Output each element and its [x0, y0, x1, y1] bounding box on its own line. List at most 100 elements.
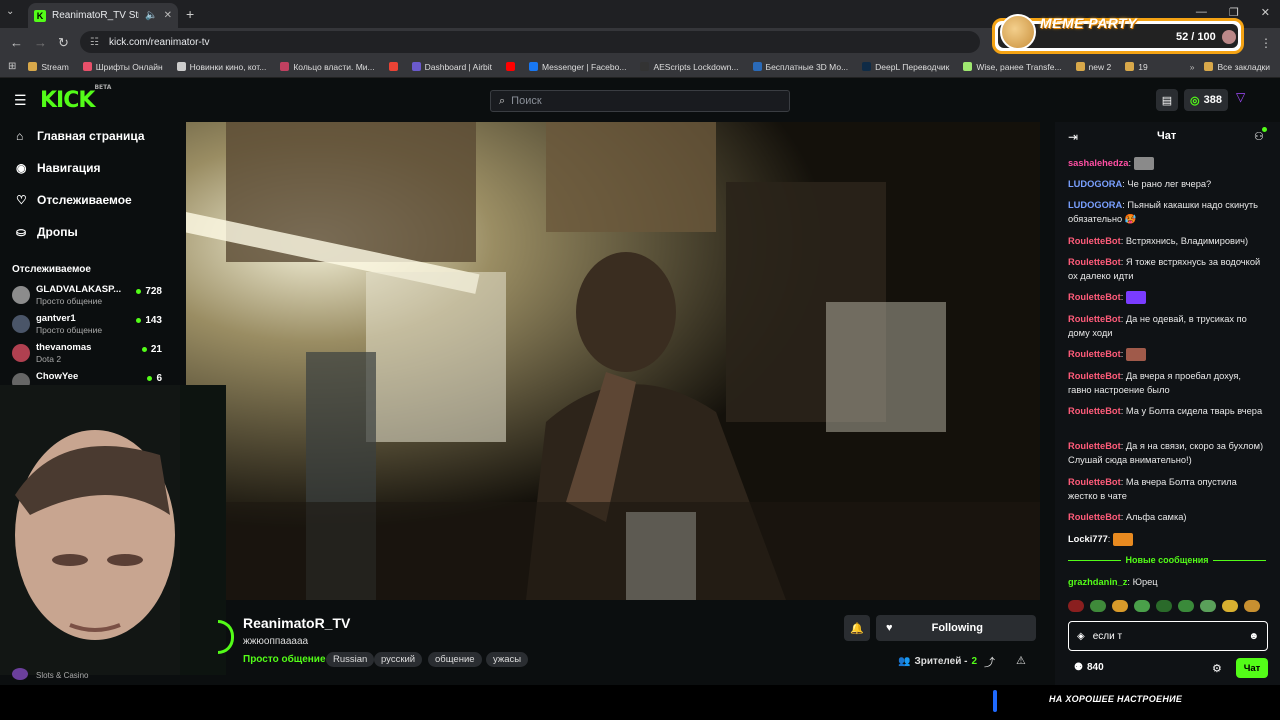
chat-username[interactable]: RouletteBot: [1068, 406, 1121, 416]
bookmark-item[interactable]: Stream: [28, 62, 69, 72]
back-icon[interactable]: ←: [10, 35, 23, 50]
bookmark-item[interactable]: Шрифты Онлайн: [82, 62, 163, 72]
new-tab-icon[interactable]: +: [186, 6, 194, 22]
emoji-icon[interactable]: ☻: [1248, 631, 1259, 642]
bookmark-item[interactable]: Кольцо власти. Ми...: [280, 62, 375, 72]
following-item[interactable]: thevanomas Dota 2 21: [12, 342, 162, 370]
apps-grid-icon[interactable]: ⊞: [8, 61, 16, 72]
points-button[interactable]: ◎ 388: [1184, 89, 1228, 111]
following-item[interactable]: GLADVALAKASP... Просто общение 728: [12, 284, 162, 312]
emote-icon[interactable]: [1156, 600, 1172, 612]
sidebar-nav-item[interactable]: ⌂ Главная страница: [16, 129, 145, 143]
sidebar-nav-item[interactable]: ◉ Навигация: [16, 161, 101, 175]
video-player[interactable]: [186, 122, 1040, 600]
chat-input[interactable]: ◈ если т ☻: [1068, 621, 1268, 651]
send-chat-button[interactable]: Чат: [1236, 658, 1268, 678]
chat-username[interactable]: RouletteBot: [1068, 371, 1121, 381]
chat-username[interactable]: RouletteBot: [1068, 236, 1121, 246]
chat-username[interactable]: grazhdanin_z: [1068, 577, 1127, 587]
bookmark-item[interactable]: Messenger | Facebo...: [529, 62, 626, 72]
emote-icon[interactable]: [1222, 600, 1238, 612]
all-bookmarks[interactable]: Все закладки: [1204, 62, 1270, 72]
stream-category[interactable]: Просто общение: [243, 654, 326, 665]
follow-button[interactable]: ♥ Following: [876, 615, 1036, 641]
avatar: [12, 344, 30, 362]
points-icon: ◎: [1190, 94, 1200, 107]
bookmark-item[interactable]: Dashboard | Airbit: [411, 62, 492, 72]
bookmark-item[interactable]: DeepL Переводчик: [862, 62, 949, 72]
chat-users-icon[interactable]: ⚇: [1254, 127, 1267, 143]
bookmark-icon: [388, 62, 398, 71]
audio-icon[interactable]: 🔈: [145, 10, 157, 21]
bookmark-item[interactable]: new 2: [1075, 62, 1111, 72]
sidebar-category-slots[interactable]: Slots & Casino: [36, 671, 88, 680]
reload-icon[interactable]: ↻: [58, 35, 69, 51]
chat-username[interactable]: sashalehedza: [1068, 158, 1128, 168]
browser-menu-icon[interactable]: ⋮: [1260, 36, 1272, 50]
chat-username[interactable]: RouletteBot: [1068, 257, 1121, 267]
emote-icon[interactable]: [1178, 600, 1194, 612]
chat-username[interactable]: LUDOGORA: [1068, 200, 1122, 210]
bookmark-item[interactable]: 19: [1125, 62, 1148, 72]
divider-line: [1068, 559, 1122, 561]
bookmark-label: Новинки кино, кот...: [189, 61, 267, 72]
browser-tab[interactable]: K ReanimatoR_TV Stream - W 🔈 ✕: [28, 3, 178, 28]
nav-label: Отслеживаемое: [37, 193, 132, 207]
dashboard-icon[interactable]: ▤: [1156, 89, 1178, 111]
stream-tag[interactable]: Russian: [326, 652, 375, 667]
new-messages-divider[interactable]: Новые сообщения: [1068, 554, 1267, 566]
bookmark-item[interactable]: Новинки кино, кот...: [176, 61, 267, 72]
url-field[interactable]: ☷ kick.com/reanimator-tv: [80, 31, 980, 53]
streamer-name[interactable]: ReanimatoR_TV: [243, 615, 350, 631]
bookmark-icon: [862, 62, 872, 71]
chat-username[interactable]: RouletteBot: [1068, 441, 1121, 451]
chat-username[interactable]: RouletteBot: [1068, 349, 1121, 359]
emote-icon[interactable]: [1090, 600, 1106, 612]
sidebar-nav-item[interactable]: ♡ Отслеживаемое: [16, 193, 132, 207]
forward-icon[interactable]: →: [34, 35, 47, 50]
bookmark-item[interactable]: AEScripts Lockdown...: [640, 62, 739, 72]
bookmark-item[interactable]: Wise, ранее Transfe...: [963, 62, 1062, 72]
emote-icon[interactable]: [1200, 600, 1216, 612]
bookmark-item[interactable]: [388, 62, 398, 72]
kick-logo[interactable]: KICKBETA: [40, 84, 111, 113]
avatar-menu-icon[interactable]: ▽: [1236, 90, 1245, 104]
site-info-icon[interactable]: ☷: [90, 37, 99, 48]
emote-icon[interactable]: [1134, 600, 1150, 612]
chat-username[interactable]: RouletteBot: [1068, 314, 1121, 324]
close-tab-icon[interactable]: ✕: [164, 10, 172, 21]
shield-icon[interactable]: ◈: [1077, 631, 1085, 642]
stream-tag[interactable]: ужасы: [486, 652, 529, 667]
tab-list-icon[interactable]: ⌄: [6, 6, 14, 17]
stream-tag[interactable]: русский: [374, 652, 423, 667]
bookmark-item[interactable]: [506, 62, 516, 72]
chat-message: RouletteBot:: [1068, 347, 1266, 362]
notification-bell-button[interactable]: 🔔: [844, 615, 870, 641]
following-category: Просто общение: [36, 296, 103, 306]
stream-tag[interactable]: общение: [428, 652, 482, 667]
emote-icon[interactable]: [1112, 600, 1128, 612]
meme-party-title: MEME PARTY: [1040, 15, 1138, 31]
close-window-icon[interactable]: ✕: [1261, 6, 1270, 19]
more-bookmarks-icon[interactable]: »: [1190, 62, 1195, 72]
bookmark-item[interactable]: Бесплатные 3D Мо...: [752, 62, 848, 72]
bell-icon: 🔔: [850, 622, 864, 635]
report-icon[interactable]: ⚠: [1016, 654, 1026, 667]
chat-username[interactable]: RouletteBot: [1068, 292, 1121, 302]
sidebar-nav-item[interactable]: ⛀ Дропы: [16, 225, 78, 239]
chat-username[interactable]: Locki777: [1068, 534, 1108, 544]
collapse-chat-icon[interactable]: ⇥: [1068, 130, 1078, 144]
chat-points[interactable]: ⚉ 840: [1074, 662, 1104, 673]
chat-username[interactable]: RouletteBot: [1068, 477, 1121, 487]
chat-username[interactable]: LUDOGORA: [1068, 179, 1122, 189]
emote-icon[interactable]: [1244, 600, 1260, 612]
menu-icon[interactable]: ☰: [14, 92, 27, 109]
search-input[interactable]: ⌕ Поиск: [490, 90, 790, 112]
share-icon[interactable]: ⤴: [984, 654, 995, 670]
emote-icon[interactable]: [1068, 600, 1084, 612]
following-item[interactable]: gantver1 Просто общение 143: [12, 313, 162, 341]
chat-points-value: 840: [1086, 662, 1104, 673]
chat-username[interactable]: RouletteBot: [1068, 512, 1121, 522]
gear-icon[interactable]: ⚙: [1212, 662, 1222, 675]
following-name: gantver1: [36, 313, 76, 324]
